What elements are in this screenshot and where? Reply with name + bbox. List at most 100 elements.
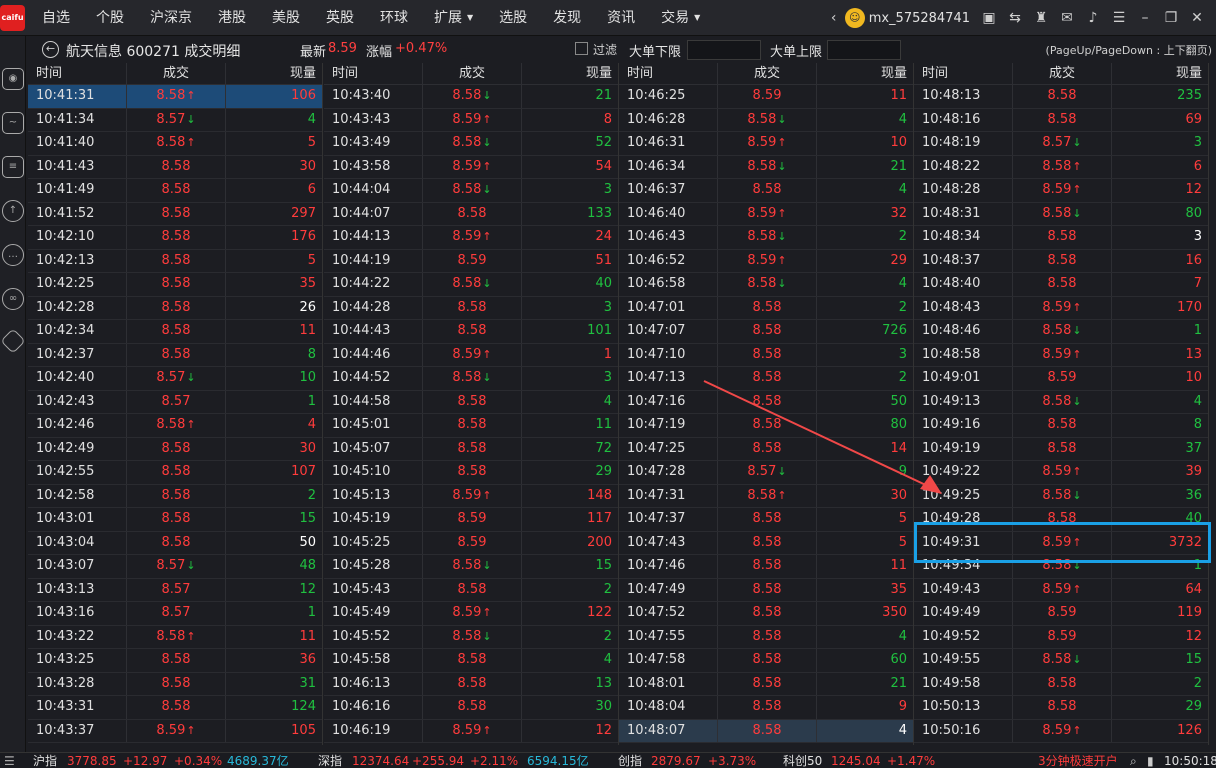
table-row[interactable]: 10:44:28 8.58 3 xyxy=(324,296,618,320)
open-account-link[interactable]: 3分钟极速开户 xyxy=(1038,753,1118,768)
table-row[interactable]: 10:46:19 8.59↑ 12 xyxy=(324,719,618,743)
header-time[interactable]: 时间 xyxy=(914,63,1013,84)
table-row[interactable]: 10:48:31 8.58↓ 80 xyxy=(914,202,1208,226)
back-icon[interactable]: ← xyxy=(42,41,59,58)
table-row[interactable]: 10:44:07 8.58 133 xyxy=(324,202,618,226)
rocket-icon[interactable]: ↑ xyxy=(2,200,24,222)
table-row[interactable]: 10:41:31 8.58↑ 106 xyxy=(28,85,322,109)
news-doc-icon[interactable]: ≡ xyxy=(2,156,24,178)
table-row[interactable]: 10:44:22 8.58↓ 40 xyxy=(324,273,618,297)
table-row[interactable]: 10:47:07 8.58 726 xyxy=(619,320,913,344)
table-row[interactable]: 10:44:04 8.58↓ 3 xyxy=(324,179,618,203)
chat-icon[interactable]: … xyxy=(2,244,24,266)
table-row[interactable]: 10:44:19 8.59 51 xyxy=(324,249,618,273)
table-row[interactable]: 10:48:07 8.58 4 xyxy=(619,719,913,743)
bell-icon[interactable]: ♪ xyxy=(1082,7,1104,29)
table-row[interactable]: 10:43:37 8.59↑ 105 xyxy=(28,719,322,743)
table-row[interactable]: 10:48:46 8.58↓ 1 xyxy=(914,320,1208,344)
table-row[interactable]: 10:48:28 8.59↑ 12 xyxy=(914,179,1208,203)
table-row[interactable]: 10:42:28 8.58 26 xyxy=(28,296,322,320)
table-row[interactable]: 10:42:55 8.58 107 xyxy=(28,461,322,485)
table-row[interactable]: 10:45:13 8.59↑ 148 xyxy=(324,484,618,508)
search-icon[interactable]: ⌕ xyxy=(1130,753,1137,768)
table-row[interactable]: 10:48:22 8.58↑ 6 xyxy=(914,155,1208,179)
table-row[interactable]: 10:43:49 8.58↓ 52 xyxy=(324,132,618,156)
table-row[interactable]: 10:44:46 8.59↑ 1 xyxy=(324,343,618,367)
header-volume[interactable]: 现量 xyxy=(1112,63,1208,84)
table-row[interactable]: 10:41:52 8.58 297 xyxy=(28,202,322,226)
sh-index-label[interactable]: 沪指 xyxy=(33,753,57,768)
header-volume[interactable]: 现量 xyxy=(522,63,618,84)
table-row[interactable]: 10:45:43 8.58 2 xyxy=(324,578,618,602)
table-row[interactable]: 10:48:19 8.57↓ 3 xyxy=(914,132,1208,156)
table-row[interactable]: 10:42:10 8.58 176 xyxy=(28,226,322,250)
table-row[interactable]: 10:43:22 8.58↑ 11 xyxy=(28,625,322,649)
filter-checkbox[interactable] xyxy=(575,42,588,55)
menu-item-1[interactable]: 个股 xyxy=(83,0,137,36)
table-row[interactable]: 10:43:13 8.57 12 xyxy=(28,578,322,602)
table-row[interactable]: 10:43:04 8.58 50 xyxy=(28,531,322,555)
table-row[interactable]: 10:46:31 8.59↑ 10 xyxy=(619,132,913,156)
table-row[interactable]: 10:42:25 8.58 35 xyxy=(28,273,322,297)
menu-item-9[interactable]: 发现 xyxy=(540,0,594,36)
header-price[interactable]: 成交 xyxy=(423,63,523,84)
table-row[interactable]: 10:45:52 8.58↓ 2 xyxy=(324,625,618,649)
table-row[interactable]: 10:50:16 8.59↑ 126 xyxy=(914,719,1208,743)
table-row[interactable]: 10:43:43 8.59↑ 8 xyxy=(324,108,618,132)
table-row[interactable]: 10:41:34 8.57↓ 4 xyxy=(28,108,322,132)
menu-item-4[interactable]: 美股 xyxy=(259,0,313,36)
table-row[interactable]: 10:45:58 8.58 4 xyxy=(324,649,618,673)
table-row[interactable]: 10:48:16 8.58 69 xyxy=(914,108,1208,132)
table-row[interactable]: 10:46:43 8.58↓ 2 xyxy=(619,226,913,250)
monitor-chart-icon[interactable]: ~ xyxy=(2,112,24,134)
menu-item-8[interactable]: 选股 xyxy=(486,0,540,36)
table-row[interactable]: 10:43:58 8.59↑ 54 xyxy=(324,155,618,179)
table-row[interactable]: 10:49:43 8.59↑ 64 xyxy=(914,578,1208,602)
table-row[interactable]: 10:43:25 8.58 36 xyxy=(28,649,322,673)
table-row[interactable]: 10:44:13 8.59↑ 24 xyxy=(324,226,618,250)
sz-index-label[interactable]: 深指 xyxy=(318,753,342,768)
table-row[interactable]: 10:49:49 8.59 119 xyxy=(914,602,1208,626)
minimize-icon[interactable]: – xyxy=(1134,7,1156,29)
table-row[interactable]: 10:48:04 8.58 9 xyxy=(619,696,913,720)
table-row[interactable]: 10:44:52 8.58↓ 3 xyxy=(324,367,618,391)
user-card-icon[interactable]: ▣ xyxy=(978,7,1000,29)
table-row[interactable]: 10:43:31 8.58 124 xyxy=(28,696,322,720)
table-row[interactable]: 10:47:10 8.58 3 xyxy=(619,343,913,367)
menu-item-10[interactable]: 资讯 xyxy=(594,0,648,36)
table-row[interactable]: 10:48:13 8.58 235 xyxy=(914,85,1208,109)
table-row[interactable]: 10:48:01 8.58 21 xyxy=(619,672,913,696)
table-row[interactable]: 10:47:49 8.58 35 xyxy=(619,578,913,602)
table-row[interactable]: 10:49:52 8.59 12 xyxy=(914,625,1208,649)
table-row[interactable]: 10:43:28 8.58 31 xyxy=(28,672,322,696)
header-price[interactable]: 成交 xyxy=(1013,63,1113,84)
table-row[interactable]: 10:46:25 8.59 11 xyxy=(619,85,913,109)
table-row[interactable]: 10:48:34 8.58 3 xyxy=(914,226,1208,250)
table-row[interactable]: 10:45:01 8.58 11 xyxy=(324,414,618,438)
big-order-max-input[interactable] xyxy=(827,40,901,60)
table-row[interactable]: 10:49:58 8.58 2 xyxy=(914,672,1208,696)
diamond-icon[interactable] xyxy=(0,328,26,354)
table-row[interactable]: 10:44:43 8.58 101 xyxy=(324,320,618,344)
table-row[interactable]: 10:46:40 8.59↑ 32 xyxy=(619,202,913,226)
menu-item-2[interactable]: 沪深京 xyxy=(137,0,205,36)
table-row[interactable]: 10:42:43 8.57 1 xyxy=(28,390,322,414)
header-time[interactable]: 时间 xyxy=(324,63,423,84)
table-row[interactable]: 10:41:43 8.58 30 xyxy=(28,155,322,179)
table-row[interactable]: 10:42:49 8.58 30 xyxy=(28,437,322,461)
table-row[interactable]: 10:43:01 8.58 15 xyxy=(28,508,322,532)
table-row[interactable]: 10:42:46 8.58↑ 4 xyxy=(28,414,322,438)
table-row[interactable]: 10:41:49 8.58 6 xyxy=(28,179,322,203)
menu-lines-icon[interactable]: ☰ xyxy=(4,753,15,768)
table-row[interactable]: 10:48:58 8.59↑ 13 xyxy=(914,343,1208,367)
table-row[interactable]: 10:42:40 8.57↓ 10 xyxy=(28,367,322,391)
restore-icon[interactable]: ❐ xyxy=(1160,7,1182,29)
menu-item-7[interactable]: 扩展 ▼ xyxy=(421,0,486,36)
table-row[interactable]: 10:46:37 8.58 4 xyxy=(619,179,913,203)
header-price[interactable]: 成交 xyxy=(718,63,818,84)
table-row[interactable]: 10:41:40 8.58↑ 5 xyxy=(28,132,322,156)
table-row[interactable]: 10:44:58 8.58 4 xyxy=(324,390,618,414)
table-row[interactable]: 10:42:34 8.58 11 xyxy=(28,320,322,344)
table-row[interactable]: 10:46:58 8.58↓ 4 xyxy=(619,273,913,297)
table-row[interactable]: 10:47:52 8.58 350 xyxy=(619,602,913,626)
